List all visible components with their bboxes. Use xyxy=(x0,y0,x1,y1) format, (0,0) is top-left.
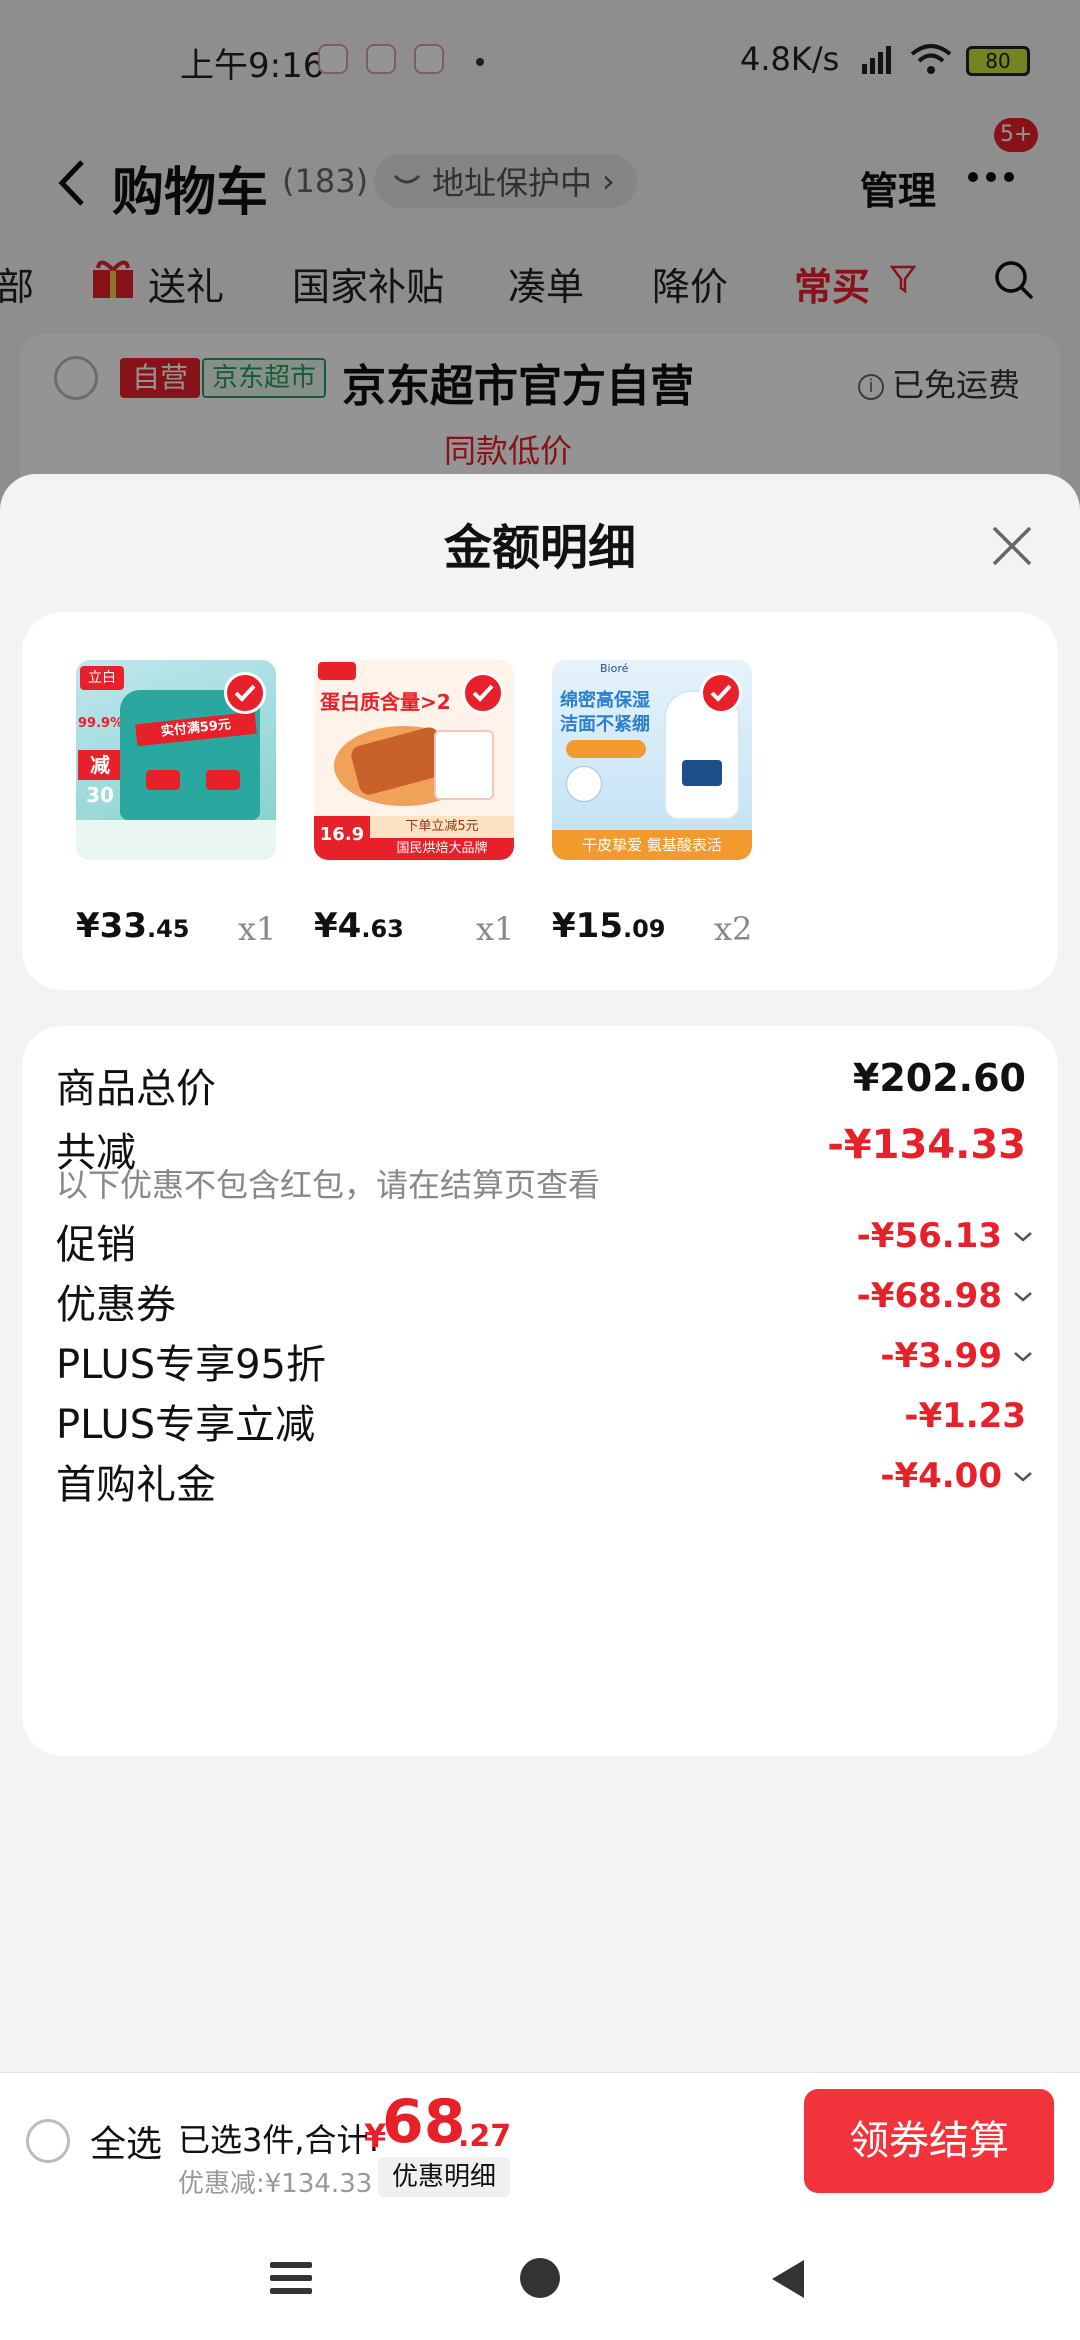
product-quantity: x1 xyxy=(476,910,515,948)
discount-label-plus-instant: PLUS专享立减 xyxy=(56,1402,316,1448)
discount-value-promotion[interactable]: -¥56.13 xyxy=(857,1216,1002,1256)
price-summary-card: 商品总价 ¥202.60 共减 -¥134.33 以下优惠不包含红包，请在结算页… xyxy=(22,1026,1058,1756)
checkout-bar: 全选 已选3件,合计: ¥ 68 .27 优惠减:¥134.33 优惠明细 领券… xyxy=(0,2072,1080,2210)
product-image-cleanser[interactable]: Bioré 绵密高保湿 洁面不紧绷 干皮挚爱 氨基酸表活 xyxy=(552,660,752,860)
discount-label-coupon: 优惠券 xyxy=(56,1282,176,1328)
discount-label-plus95: PLUS专享95折 xyxy=(56,1342,326,1388)
back-triangle-icon[interactable] xyxy=(770,2258,806,2300)
system-nav-bar xyxy=(0,2210,1080,2340)
checkmark-icon xyxy=(700,672,742,714)
products-card: 立白 99.9% 减30 实付满59元 ¥33.45 x1 蛋白质含量>2 16… xyxy=(22,612,1058,990)
discount-value-plus95[interactable]: -¥3.99 xyxy=(880,1336,1002,1376)
select-all-label[interactable]: 全选 xyxy=(90,2115,162,2167)
product-price: ¥15.09 xyxy=(552,906,666,946)
sheet-title: 金额明细 xyxy=(443,520,636,576)
product-image-detergent[interactable]: 立白 99.9% 减30 实付满59元 xyxy=(76,660,276,860)
checkmark-icon xyxy=(224,672,266,714)
total-amount-integer: 68 xyxy=(382,2087,466,2157)
product-image-snack[interactable]: 蛋白质含量>2 16.9 下单立减5元 国民烘焙大品牌 xyxy=(314,660,514,860)
discount-label-promotion: 促销 xyxy=(56,1222,136,1268)
total-amount-decimal: .27 xyxy=(458,2119,512,2154)
chevron-down-icon[interactable] xyxy=(1012,1350,1034,1364)
checkmark-icon xyxy=(462,672,504,714)
product-price: ¥4.63 xyxy=(314,906,404,946)
product-item[interactable]: Bioré 绵密高保湿 洁面不紧绷 干皮挚爱 氨基酸表活 ¥15.09 x2 xyxy=(552,660,788,960)
amount-detail-sheet: 金额明细 立白 99.9% 减30 实付满59元 ¥33.45 x1 蛋白质含量… xyxy=(0,474,1080,2074)
discount-value-coupon[interactable]: -¥68.98 xyxy=(857,1276,1002,1316)
selected-summary: 已选3件,合计: xyxy=(178,2121,380,2159)
chevron-down-icon[interactable] xyxy=(1012,1290,1034,1304)
chevron-down-icon[interactable] xyxy=(1012,1470,1034,1484)
product-quantity: x2 xyxy=(714,910,753,948)
discount-value-plus-instant: -¥1.23 xyxy=(904,1396,1026,1436)
discount-detail-button[interactable]: 优惠明细 xyxy=(378,2157,511,2197)
checkout-button[interactable]: 领券结算 xyxy=(804,2089,1054,2193)
close-icon[interactable] xyxy=(988,522,1036,570)
total-price-value: ¥202.60 xyxy=(852,1056,1026,1100)
total-price-label: 商品总价 xyxy=(56,1066,216,1112)
product-item[interactable]: 立白 99.9% 减30 实付满59元 ¥33.45 x1 xyxy=(76,660,312,960)
discount-value-first-purchase[interactable]: -¥4.00 xyxy=(880,1456,1002,1496)
menu-icon[interactable] xyxy=(270,2260,312,2296)
discount-summary: 优惠减:¥134.33 xyxy=(178,2169,373,2199)
product-price: ¥33.45 xyxy=(76,906,190,946)
discount-label-first-purchase: 首购礼金 xyxy=(56,1462,216,1508)
select-all-checkbox[interactable] xyxy=(26,2119,70,2163)
total-reduction-value: -¥134.33 xyxy=(827,1122,1026,1168)
reduction-note: 以下优惠不包含红包，请在结算页查看 xyxy=(56,1166,601,1204)
home-icon[interactable] xyxy=(520,2258,560,2298)
chevron-down-icon[interactable] xyxy=(1012,1230,1034,1244)
product-item[interactable]: 蛋白质含量>2 16.9 下单立减5元 国民烘焙大品牌 ¥4.63 x1 xyxy=(314,660,550,960)
product-quantity: x1 xyxy=(238,910,277,948)
